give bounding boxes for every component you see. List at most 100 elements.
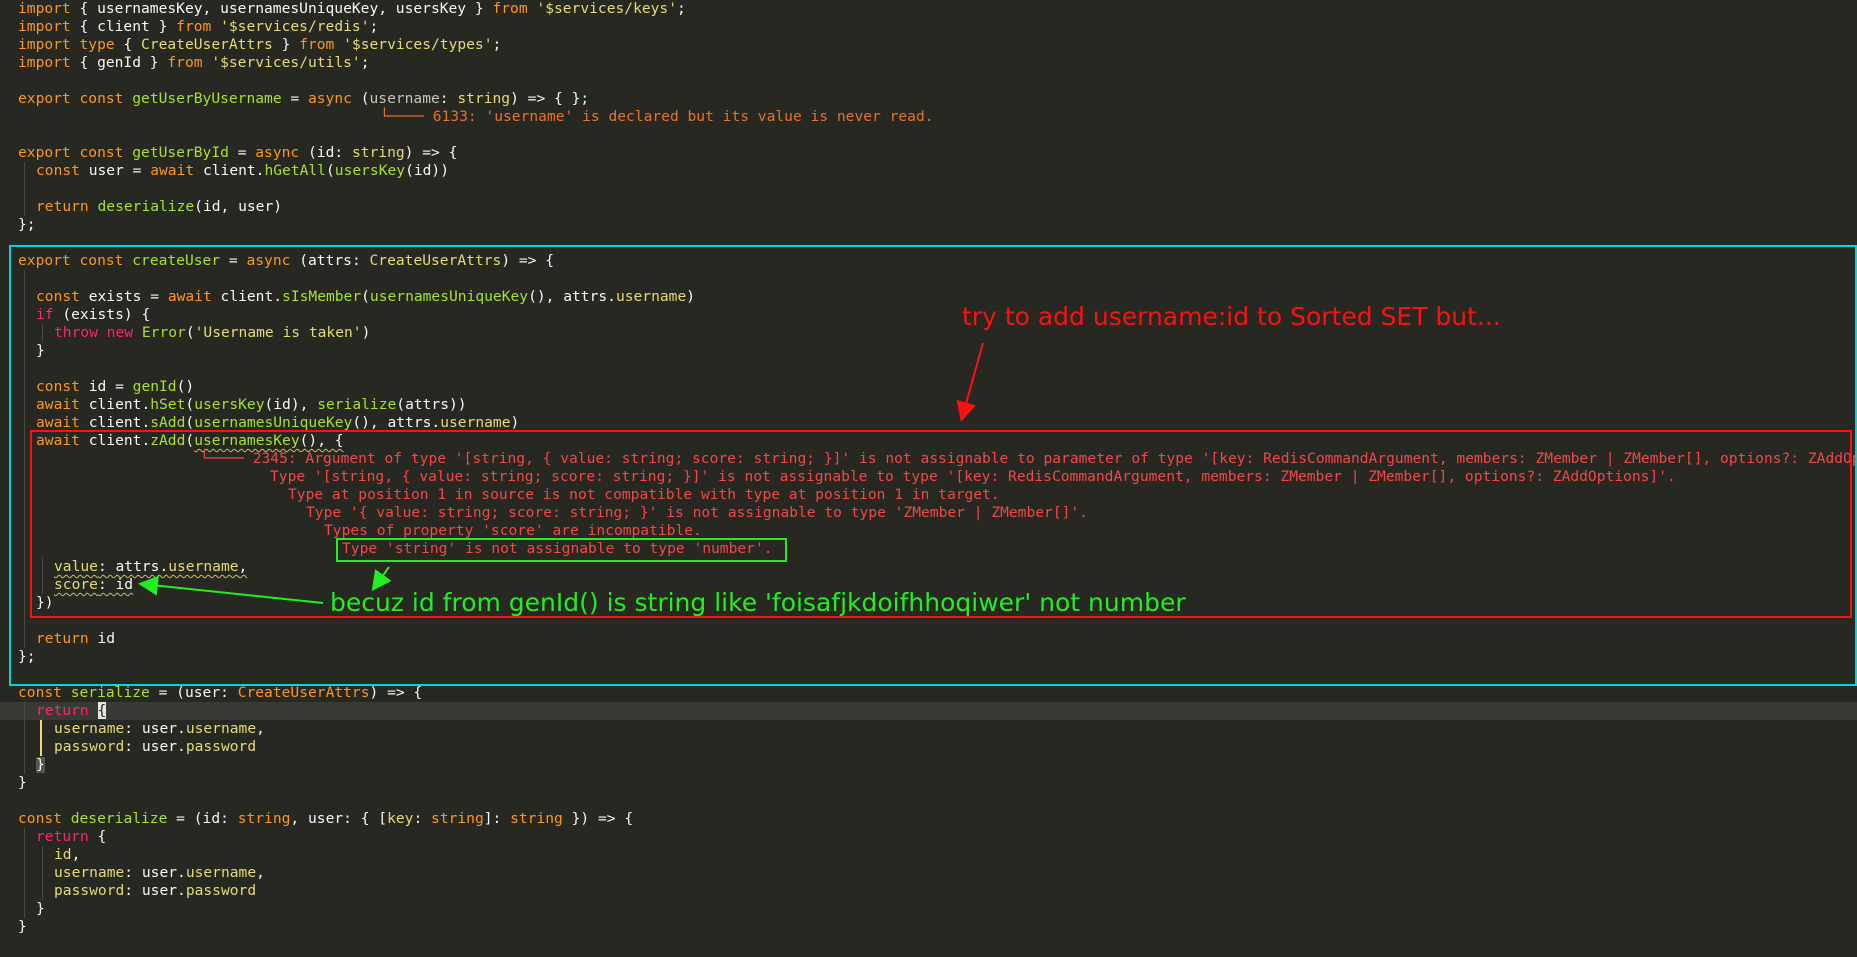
code-line-35[interactable]: password: user.password bbox=[54, 738, 256, 756]
code-text: }; bbox=[18, 216, 36, 233]
keyword: return bbox=[36, 702, 89, 719]
code-text: : user. bbox=[124, 720, 186, 737]
keyword: export bbox=[18, 90, 71, 107]
code-text: = bbox=[281, 90, 308, 107]
parameter: username bbox=[369, 90, 440, 107]
type-name: string bbox=[457, 90, 511, 107]
string-literal: '$services/utils' bbox=[211, 54, 361, 71]
code-text: = bbox=[228, 144, 256, 161]
code-text: ]: bbox=[483, 810, 511, 827]
code-line-2[interactable]: import { client } from '$services/redis'… bbox=[18, 18, 378, 36]
keyword: from bbox=[299, 36, 335, 53]
code-text: { bbox=[114, 36, 142, 53]
keyword: const bbox=[36, 162, 80, 179]
keyword: type bbox=[79, 36, 115, 53]
code-text: client. bbox=[194, 162, 265, 179]
code-line-33[interactable]: return { bbox=[36, 702, 107, 720]
code-line-9[interactable]: export const getUserById = async (id: st… bbox=[18, 144, 457, 162]
code-text: : { [ bbox=[343, 810, 388, 827]
code-line-3[interactable]: import type { CreateUserAttrs } from '$s… bbox=[18, 36, 501, 54]
keyword: import bbox=[18, 54, 71, 71]
code-text: : bbox=[413, 810, 432, 827]
code-line-1[interactable]: import { usernamesKey, usernamesUniqueKe… bbox=[18, 0, 686, 18]
code-text: : user. bbox=[124, 738, 186, 755]
type-name: CreateUserAttrs bbox=[141, 36, 273, 53]
code-text: = ( bbox=[167, 810, 203, 827]
type-name: string bbox=[510, 810, 563, 827]
property-name: username bbox=[185, 864, 257, 881]
keyword: import bbox=[18, 36, 71, 53]
annotation-red-note: try to add username:id to Sorted SET but… bbox=[962, 302, 1501, 331]
code-line-13[interactable]: }; bbox=[18, 216, 36, 234]
keyword: return bbox=[36, 828, 89, 845]
property-name: password bbox=[54, 738, 125, 755]
parameter: id bbox=[202, 810, 221, 827]
code-text: : bbox=[220, 810, 238, 827]
code-line-34[interactable]: username: user.username, bbox=[54, 720, 265, 738]
code-line-40[interactable]: return { bbox=[36, 828, 106, 846]
current-line-highlight bbox=[0, 702, 1857, 720]
indent-guide bbox=[42, 846, 43, 900]
code-text: = ( bbox=[149, 684, 185, 701]
keyword: import bbox=[18, 0, 71, 17]
code-text: } bbox=[18, 918, 27, 935]
code-line-10[interactable]: const user = await client.hGetAll(usersK… bbox=[36, 162, 449, 180]
code-text: ; bbox=[360, 54, 370, 71]
indent-guide bbox=[24, 162, 25, 216]
code-line-44[interactable]: } bbox=[36, 900, 45, 918]
text-cursor-brace[interactable]: { bbox=[97, 702, 107, 719]
string-literal: '$services/types' bbox=[343, 36, 493, 53]
code-text: ( bbox=[351, 90, 370, 107]
code-text: , bbox=[256, 720, 265, 737]
code-text: }) => { bbox=[562, 810, 634, 827]
keyword: await bbox=[150, 162, 195, 179]
code-line-39[interactable]: const deserialize = (id: string, user: {… bbox=[18, 810, 633, 828]
code-line-6[interactable]: export const getUserByUsername = async (… bbox=[18, 90, 589, 108]
code-text: ; bbox=[369, 18, 379, 35]
indent-guide-active bbox=[40, 720, 42, 756]
property-name: username bbox=[54, 720, 125, 737]
code-line-4[interactable]: import { genId } from '$services/utils'; bbox=[18, 54, 370, 72]
property-name: username bbox=[185, 720, 257, 737]
code-text: } bbox=[272, 36, 300, 53]
function-name: deserialize bbox=[97, 198, 195, 215]
function-name: getUserById bbox=[132, 144, 229, 161]
code-text: : bbox=[439, 90, 458, 107]
code-line-43[interactable]: password: user.password bbox=[54, 882, 256, 900]
code-line-36[interactable]: } bbox=[36, 756, 45, 774]
code-text: ( bbox=[299, 144, 317, 161]
code-line-41[interactable]: id, bbox=[54, 846, 80, 864]
keyword: const bbox=[79, 90, 124, 107]
indent-guide bbox=[24, 828, 25, 918]
code-text: , bbox=[256, 864, 265, 881]
type-mismatch-highlight-box bbox=[336, 538, 787, 562]
code-line-42[interactable]: username: user.username, bbox=[54, 864, 265, 882]
code-text: { client } bbox=[70, 18, 177, 35]
code-line-45[interactable]: } bbox=[18, 918, 27, 936]
annotation-green-note: becuz id from genId() is string like 'fo… bbox=[330, 588, 1186, 617]
code-line-32[interactable]: const serialize = (user: CreateUserAttrs… bbox=[18, 684, 422, 702]
string-literal: '$services/redis' bbox=[220, 18, 370, 35]
string-literal: '$services/keys' bbox=[536, 0, 678, 17]
keyword: return bbox=[36, 198, 89, 215]
type-name: CreateUserAttrs bbox=[237, 684, 370, 701]
property-name: password bbox=[185, 738, 257, 755]
code-text: ) => { bbox=[369, 684, 423, 701]
keyword: from bbox=[492, 0, 528, 17]
function-name: hGetAll bbox=[264, 162, 326, 179]
keyword: import bbox=[18, 18, 71, 35]
property-name: key bbox=[387, 810, 414, 827]
code-line-37[interactable]: } bbox=[18, 774, 27, 792]
code-line-12[interactable]: return deserialize(id, user) bbox=[36, 198, 282, 216]
code-text: ; bbox=[677, 0, 686, 17]
code-text: } bbox=[36, 756, 45, 773]
parameter: user bbox=[308, 810, 344, 827]
keyword: async bbox=[255, 144, 300, 161]
